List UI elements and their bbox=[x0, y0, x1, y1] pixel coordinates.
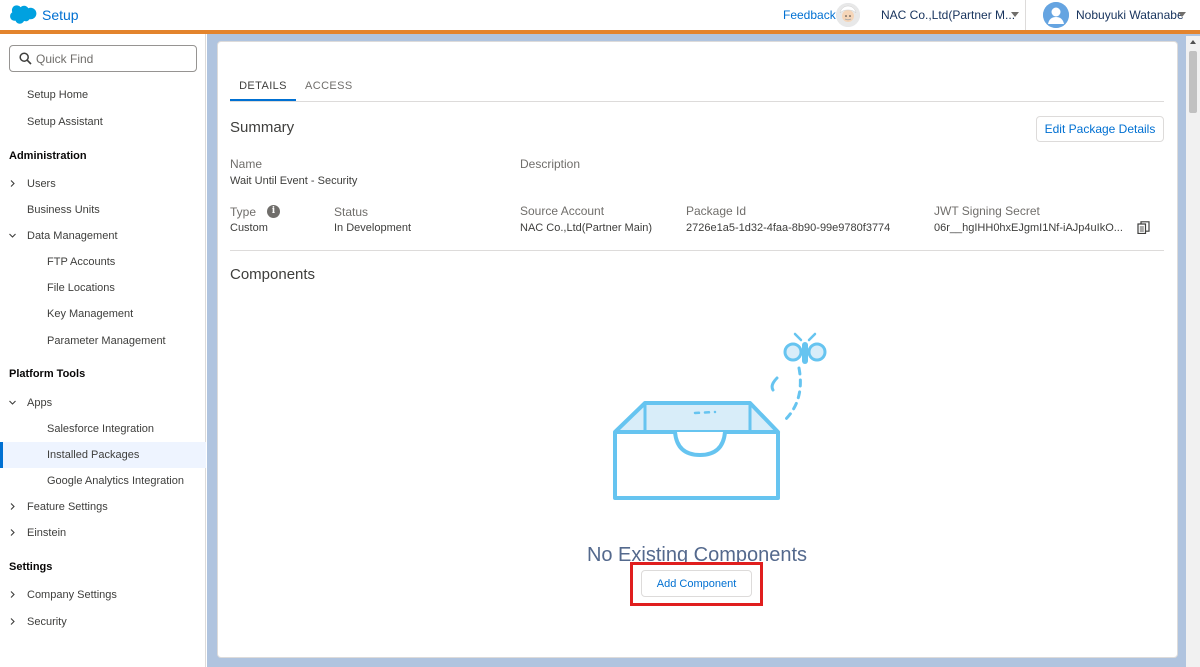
scrollbar[interactable] bbox=[1186, 36, 1200, 667]
chevron-right-icon[interactable] bbox=[9, 591, 16, 598]
package-id-label: Package Id bbox=[686, 204, 747, 218]
feedback-link[interactable]: Feedback bbox=[783, 8, 836, 22]
jwt-signing-secret-value: 06r__hgIHH0hxEJgmI1Nf-iAJp4uIkO... bbox=[934, 222, 1123, 234]
sidebar-item-label: Data Management bbox=[27, 230, 118, 242]
sidebar-section-settings: Settings bbox=[9, 561, 53, 573]
sidebar-section-administration: Administration bbox=[9, 150, 87, 162]
quick-find-box[interactable] bbox=[9, 45, 197, 72]
header-divider bbox=[1025, 0, 1026, 30]
chevron-down-icon[interactable] bbox=[9, 232, 16, 239]
app-title: Setup bbox=[42, 7, 79, 23]
sidebar-section-platform-tools: Platform Tools bbox=[9, 368, 86, 380]
description-label: Description bbox=[520, 157, 581, 171]
jwt-signing-secret-label: JWT Signing Secret bbox=[934, 204, 1040, 218]
components-heading: Components bbox=[230, 266, 316, 283]
sidebar-item-installed-packages[interactable]: Installed Packages bbox=[0, 442, 206, 468]
sidebar-item-apps[interactable]: Apps bbox=[0, 390, 206, 416]
chevron-down-icon[interactable] bbox=[1178, 12, 1186, 17]
sidebar-item-setup-assistant[interactable]: Setup Assistant bbox=[0, 109, 206, 135]
sidebar-item-label: Users bbox=[27, 178, 56, 190]
org-switcher[interactable]: NAC Co.,Ltd(Partner M... bbox=[881, 8, 1015, 22]
chevron-down-icon[interactable] bbox=[1011, 12, 1019, 17]
sidebar-item-security[interactable]: Security bbox=[0, 609, 206, 635]
edit-package-details-button[interactable]: Edit Package Details bbox=[1036, 116, 1164, 142]
setup-sidebar: Setup Home Setup Assistant Administratio… bbox=[0, 34, 206, 667]
search-icon bbox=[19, 52, 32, 65]
quick-find-input[interactable] bbox=[36, 50, 186, 68]
chevron-down-icon[interactable] bbox=[9, 399, 16, 406]
tab-details[interactable]: DETAILS bbox=[230, 77, 296, 101]
name-label: Name bbox=[230, 157, 263, 171]
info-icon[interactable]: i bbox=[267, 205, 280, 218]
chevron-right-icon[interactable] bbox=[9, 180, 16, 187]
summary-heading: Summary bbox=[230, 119, 295, 136]
scroll-up-arrow-icon[interactable] bbox=[1190, 40, 1196, 44]
chevron-right-icon[interactable] bbox=[9, 618, 16, 625]
sidebar-item-data-management[interactable]: Data Management bbox=[0, 223, 206, 249]
tab-divider bbox=[230, 101, 1164, 102]
empty-box-illustration-icon bbox=[613, 332, 827, 500]
sidebar-item-google-analytics-integration[interactable]: Google Analytics Integration bbox=[0, 468, 206, 494]
source-account-label: Source Account bbox=[520, 204, 605, 218]
sidebar-item-ftp-accounts[interactable]: FTP Accounts bbox=[0, 249, 206, 275]
scrollbar-thumb[interactable] bbox=[1189, 51, 1197, 113]
package-id-value: 2726e1a5-1d32-4faa-8b90-99e9780f3774 bbox=[686, 222, 891, 234]
sidebar-item-salesforce-integration[interactable]: Salesforce Integration bbox=[0, 416, 206, 442]
sidebar-item-key-management[interactable]: Key Management bbox=[0, 301, 206, 327]
highlight-annotation-box bbox=[630, 562, 763, 606]
sidebar-item-company-settings[interactable]: Company Settings bbox=[0, 582, 206, 608]
salesforce-logo[interactable] bbox=[9, 5, 37, 25]
sidebar-item-label: Company Settings bbox=[27, 589, 117, 601]
sidebar-item-einstein[interactable]: Einstein bbox=[0, 520, 206, 546]
copy-icon[interactable] bbox=[1137, 221, 1150, 234]
sidebar-item-label: Security bbox=[27, 616, 67, 628]
type-label: Type bbox=[230, 205, 257, 219]
status-label: Status bbox=[334, 205, 369, 219]
type-value: Custom bbox=[230, 222, 268, 234]
summary-divider bbox=[230, 250, 1164, 251]
status-value: In Development bbox=[334, 222, 412, 234]
source-account-value: NAC Co.,Ltd(Partner Main) bbox=[520, 222, 653, 234]
einstein-avatar-icon[interactable] bbox=[836, 3, 860, 27]
global-header: Setup Feedback NAC Co.,Ltd(Partner M... … bbox=[0, 0, 1200, 32]
user-avatar-icon[interactable] bbox=[1043, 2, 1069, 28]
sidebar-item-label: Apps bbox=[27, 397, 53, 409]
user-menu[interactable]: Nobuyuki Watanabe bbox=[1076, 8, 1184, 22]
sidebar-item-file-locations[interactable]: File Locations bbox=[0, 275, 206, 301]
sidebar-item-label: Feature Settings bbox=[27, 501, 108, 513]
name-value: Wait Until Event - Security bbox=[230, 175, 358, 187]
chevron-right-icon[interactable] bbox=[9, 503, 16, 510]
sidebar-item-setup-home[interactable]: Setup Home bbox=[0, 82, 206, 108]
sidebar-item-users[interactable]: Users bbox=[0, 171, 206, 197]
sidebar-item-label: Einstein bbox=[27, 527, 67, 539]
tab-access[interactable]: ACCESS bbox=[305, 77, 353, 101]
sidebar-item-parameter-management[interactable]: Parameter Management bbox=[0, 328, 206, 354]
sidebar-item-feature-settings[interactable]: Feature Settings bbox=[0, 494, 206, 520]
chevron-right-icon[interactable] bbox=[9, 529, 16, 536]
sidebar-item-business-units[interactable]: Business Units bbox=[0, 197, 206, 223]
